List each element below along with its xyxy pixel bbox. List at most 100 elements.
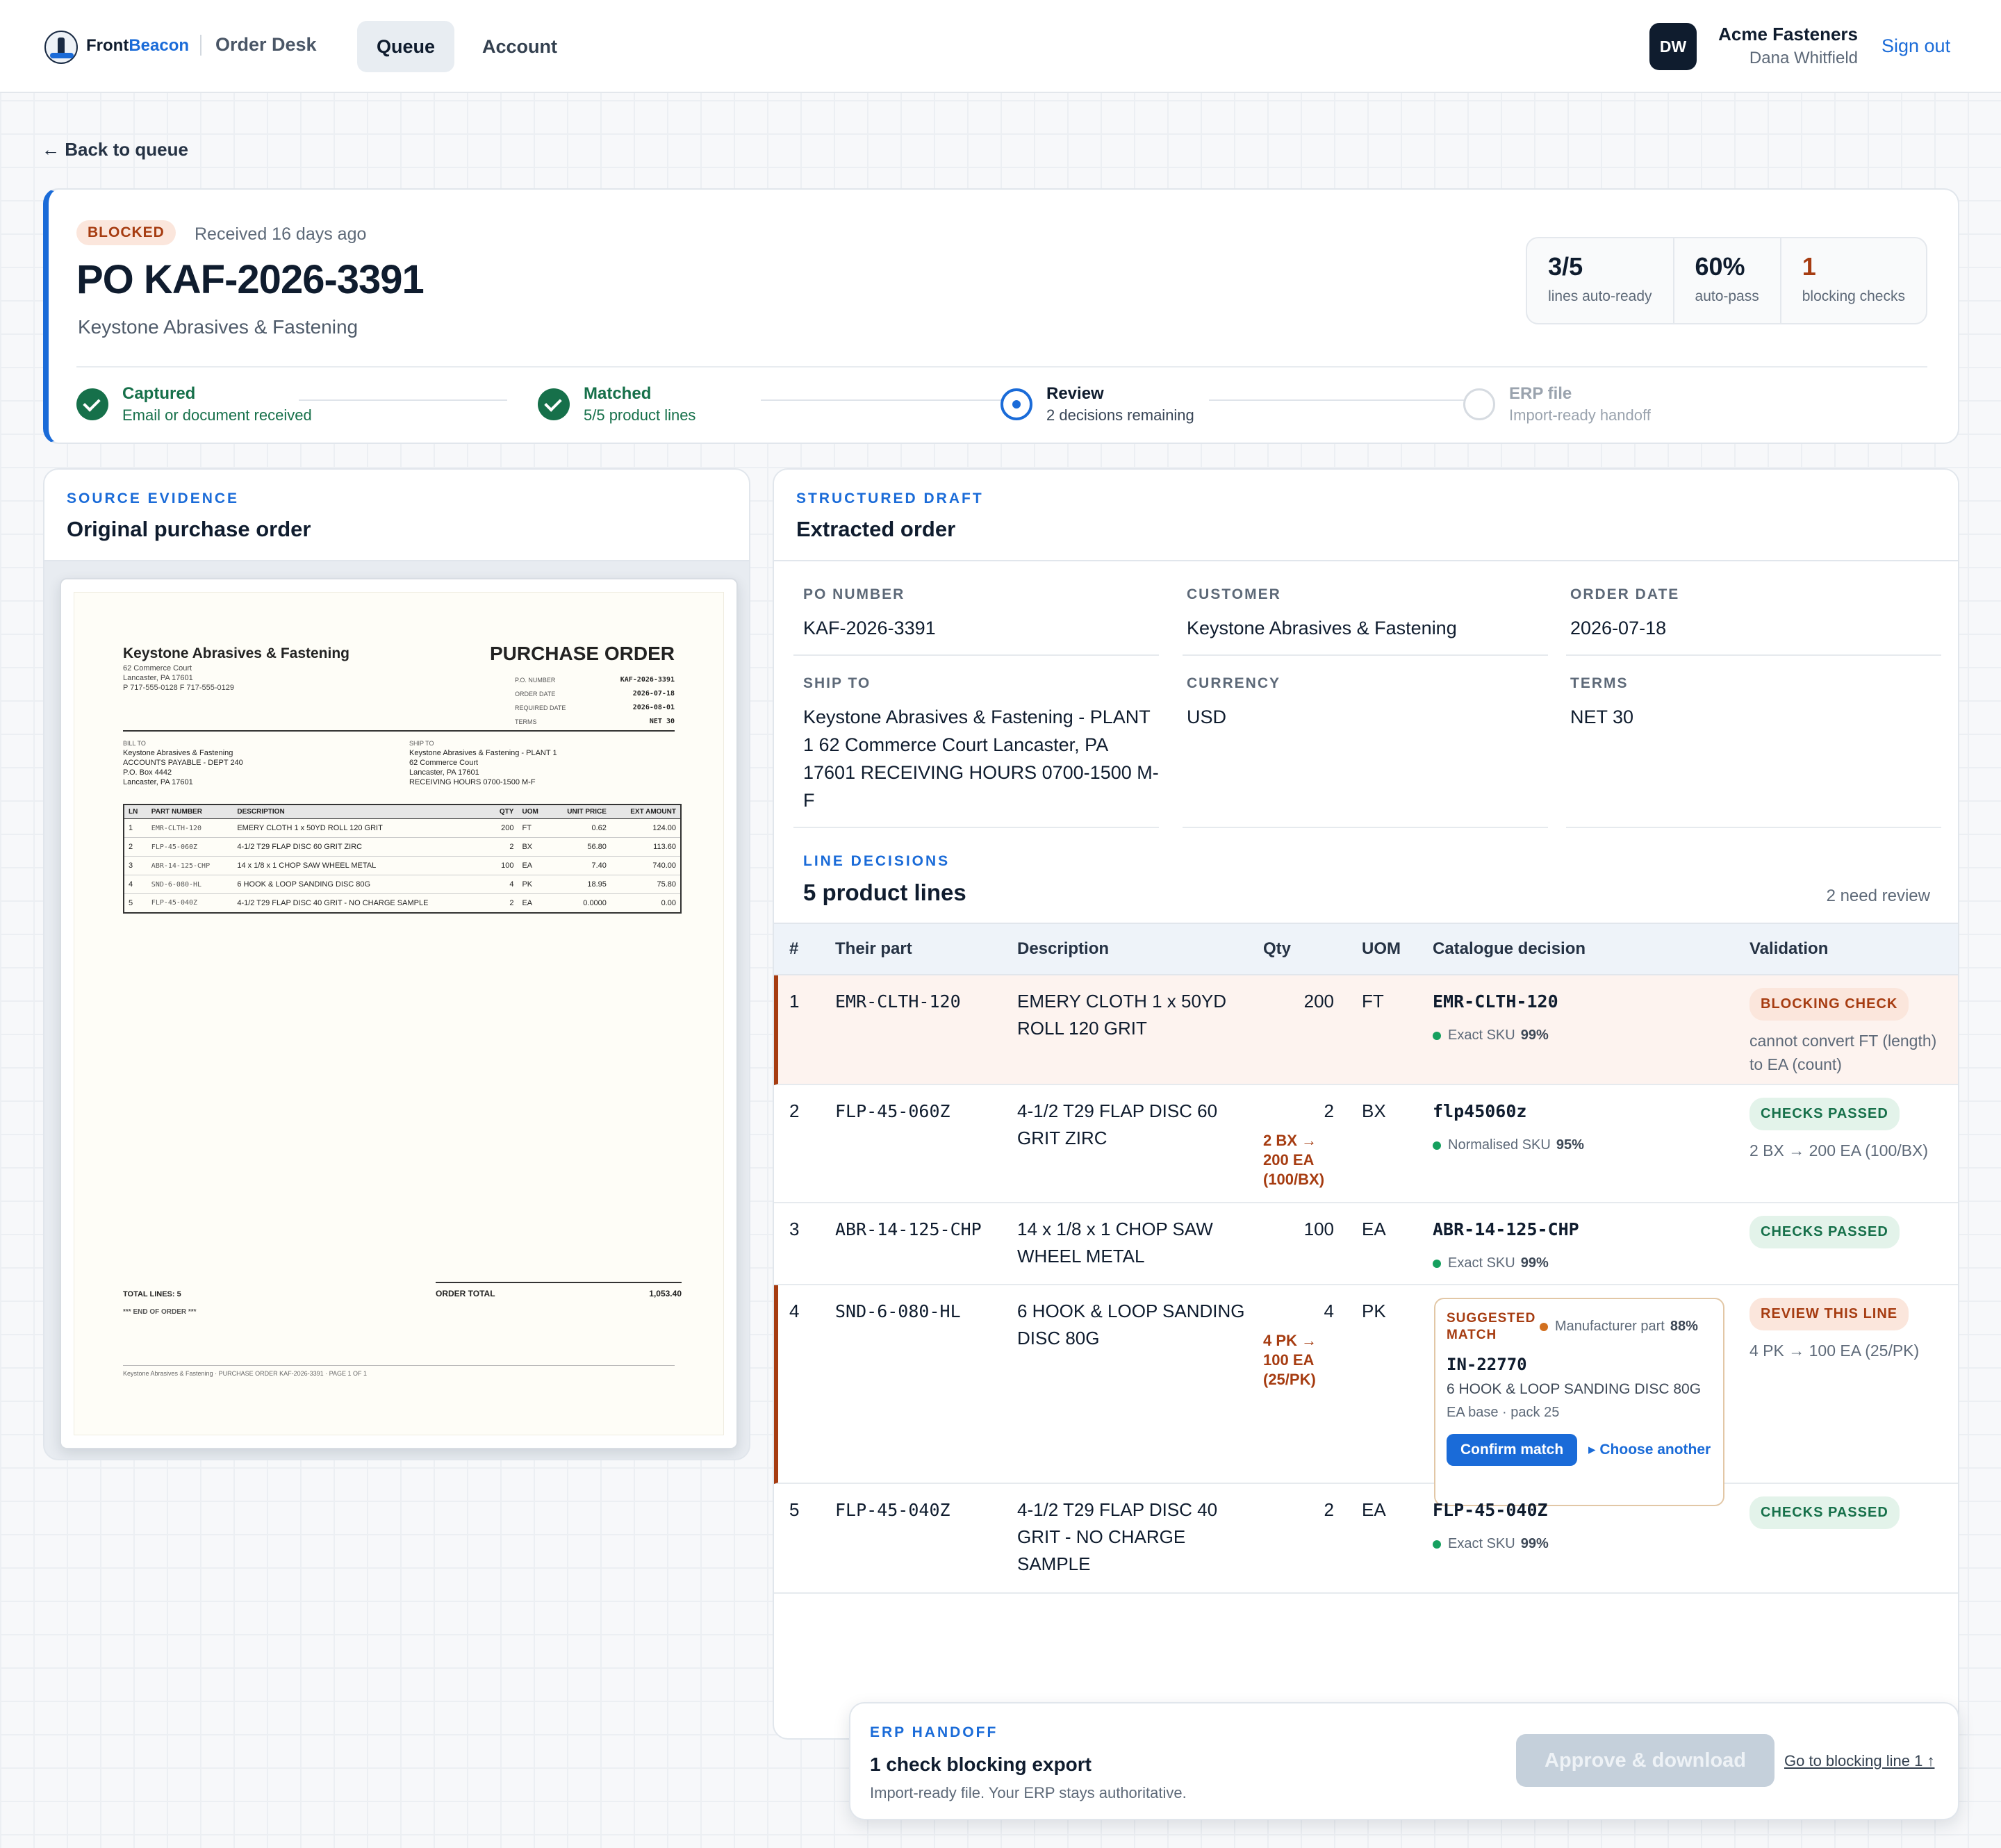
document-preview[interactable]: Keystone Abrasives & Fastening 62 Commer…	[60, 578, 738, 1449]
doc-title: PURCHASE ORDER	[489, 643, 675, 664]
line-number: 3	[789, 1219, 800, 1239]
col-header-validation[interactable]: Validation	[1749, 939, 1828, 959]
table-row-line-1[interactable]: 1 EMR-CLTH-120 EMERY CLOTH 1 x 50YD ROLL…	[774, 975, 1958, 1085]
match-confidence: Normalised SKU 95%	[1433, 1132, 1584, 1159]
panel-eyebrow: STRUCTURED DRAFT	[796, 490, 984, 506]
doc-table-row: 3 ABR-14-125-CHP 14 x 1/8 x 1 CHOP SAW WHE…	[124, 856, 681, 875]
check-circle-icon	[76, 388, 108, 420]
catalogue-decision[interactable]: flp45060z Normalised SKU 95%	[1433, 1098, 1584, 1159]
doc-table-cell: SND-6-080-HL	[147, 875, 233, 894]
doc-table-cell: 740.00	[610, 856, 681, 875]
doc-col-header: PART NUMBER	[147, 805, 233, 819]
table-row-line-2[interactable]: 2 FLP-45-060Z 4-1/2 T29 FLAP DISC 60 GRI…	[774, 1085, 1958, 1203]
doc-rule	[123, 730, 675, 732]
doc-table-cell: 3	[124, 856, 147, 875]
doc-meta-key: P.O. NUMBER	[515, 677, 556, 684]
field-ship-to[interactable]: SHIP TO Keystone Abrasives & Fastening - …	[803, 675, 1164, 814]
go-to-blocking-line-link[interactable]: Go to blocking line 1 ↑	[1784, 1752, 1934, 1770]
line-number: 5	[789, 1499, 800, 1520]
step-connector	[1209, 399, 1487, 401]
validation-badge: CHECKS PASSED	[1749, 1496, 1900, 1529]
col-header-their-part[interactable]: Their part	[835, 939, 912, 959]
doc-table-cell: 5	[124, 893, 147, 913]
validation-cell: REVIEW THIS LINE 4 PK → 100 EA (25/PK)	[1749, 1298, 1951, 1362]
tab-account[interactable]: Account	[463, 21, 577, 72]
approve-download-button[interactable]: Approve & download	[1516, 1734, 1774, 1787]
back-to-queue-link[interactable]: ← Back to queue	[42, 139, 188, 160]
field-label: PO NUMBER	[803, 586, 905, 602]
doc-line: RECEIVING HOURS 0700-1500 M-F	[409, 778, 536, 786]
divider	[793, 654, 1159, 656]
doc-table-cell: 1	[124, 818, 147, 838]
section-title: 5 product lines	[803, 880, 966, 905]
table-row-line-3[interactable]: 3 ABR-14-125-CHP 14 x 1/8 x 1 CHOP SAW W…	[774, 1203, 1958, 1285]
confidence-value: 99%	[1520, 1536, 1549, 1551]
field-order-date[interactable]: ORDER DATE 2026-07-18	[1570, 586, 1932, 642]
status-badge: BLOCKED	[76, 220, 176, 245]
doc-footer: Keystone Abrasives & Fastening · PURCHAS…	[123, 1365, 675, 1377]
line-uom: EA	[1362, 1499, 1386, 1520]
line-uom: BX	[1362, 1100, 1386, 1121]
validation-note: 4 PK → 100 EA (25/PK)	[1749, 1342, 1920, 1360]
doc-table-cell: 7.40	[549, 856, 611, 875]
field-customer[interactable]: CUSTOMER Keystone Abrasives & Fastening	[1187, 586, 1548, 642]
confidence-value: 99%	[1520, 1255, 1549, 1271]
line-qty: 2	[1324, 1499, 1334, 1520]
confidence-value: 88%	[1670, 1319, 1698, 1334]
doc-table-cell: 56.80	[549, 837, 611, 857]
field-label: SHIP TO	[803, 675, 871, 691]
field-terms[interactable]: TERMS NET 30	[1570, 675, 1932, 731]
doc-table-cell: 75.80	[610, 875, 681, 894]
divider	[1183, 827, 1548, 828]
field-po-number[interactable]: PO NUMBER KAF-2026-3391	[803, 586, 1164, 642]
validation-badge: CHECKS PASSED	[1749, 1098, 1900, 1130]
their-part: FLP-45-060Z	[835, 1101, 950, 1121]
doc-meta-key: ORDER DATE	[515, 691, 556, 698]
current-step-icon	[1000, 388, 1032, 420]
doc-company: Keystone Abrasives & Fastening	[123, 645, 349, 661]
pending-step-icon	[1463, 388, 1495, 420]
field-currency[interactable]: CURRENCY USD	[1187, 675, 1548, 731]
app-name: Order Desk	[215, 34, 317, 55]
doc-line: Keystone Abrasives & Fastening - PLANT 1	[409, 749, 557, 757]
doc-table-cell: EA	[518, 856, 550, 875]
doc-meta-value: 2026-07-18	[632, 690, 675, 698]
doc-address-line: 62 Commerce Court	[123, 664, 192, 673]
erp-handoff-bar: ERP HANDOFF 1 check blocking export Impo…	[849, 1702, 1959, 1820]
stat-label: blocking checks	[1802, 288, 1905, 304]
doc-table-cell: BX	[518, 837, 550, 857]
validation-note: 2 BX → 200 EA (100/BX)	[1749, 1141, 1928, 1160]
catalogue-decision[interactable]: ABR-14-125-CHP Exact SKU 99%	[1433, 1216, 1579, 1277]
doc-label: SHIP TO	[409, 740, 434, 747]
avatar[interactable]: DW	[1649, 23, 1697, 70]
col-header-description[interactable]: Description	[1017, 939, 1109, 959]
table-row-line-5[interactable]: 5 FLP-45-040Z 4-1/2 T29 FLAP DISC 40 GRI…	[774, 1484, 1958, 1594]
doc-line: Lancaster, PA 17601	[409, 768, 479, 777]
col-header-qty[interactable]: Qty	[1263, 939, 1291, 959]
matched-sku: ABR-14-125-CHP	[1433, 1219, 1579, 1239]
line-number: 4	[789, 1301, 800, 1321]
brand-name[interactable]: FrontBeacon	[86, 36, 189, 56]
validation-badge: CHECKS PASSED	[1749, 1216, 1900, 1248]
doc-line: Lancaster, PA 17601	[123, 778, 193, 786]
doc-meta-value: NET 30	[649, 718, 675, 725]
doc-col-header: DESCRIPTION	[233, 805, 489, 819]
confirm-match-button[interactable]: Confirm match	[1447, 1434, 1578, 1466]
step-connector	[761, 399, 1032, 401]
erp-title: 1 check blocking export	[870, 1754, 1092, 1775]
col-header-catalogue-decision[interactable]: Catalogue decision	[1433, 939, 1586, 959]
lighthouse-logo-icon[interactable]	[44, 31, 78, 64]
col-header-uom[interactable]: UOM	[1362, 939, 1401, 959]
stat-auto-pass: 60% auto-pass	[1674, 238, 1781, 323]
tab-queue[interactable]: Queue	[357, 21, 455, 72]
catalogue-decision[interactable]: EMR-CLTH-120 Exact SKU 99%	[1433, 988, 1558, 1049]
match-type: Manufacturer part	[1555, 1319, 1665, 1334]
stat-value: 1	[1802, 252, 1816, 281]
doc-ship-to: SHIP TO Keystone Abrasives & Fastening -…	[409, 739, 673, 787]
table-row-line-4[interactable]: 4 SND-6-080-HL 6 HOOK & LOOP SANDING DIS…	[774, 1285, 1958, 1506]
sign-out-link[interactable]: Sign out	[1881, 35, 1950, 57]
choose-another-link[interactable]: ▸ Choose another	[1588, 1441, 1711, 1458]
catalogue-decision[interactable]: FLP-45-040Z Exact SKU 99%	[1433, 1496, 1549, 1558]
validation-cell: CHECKS PASSED 2 BX → 200 EA (100/BX)	[1749, 1098, 1951, 1162]
divider	[793, 827, 1159, 828]
